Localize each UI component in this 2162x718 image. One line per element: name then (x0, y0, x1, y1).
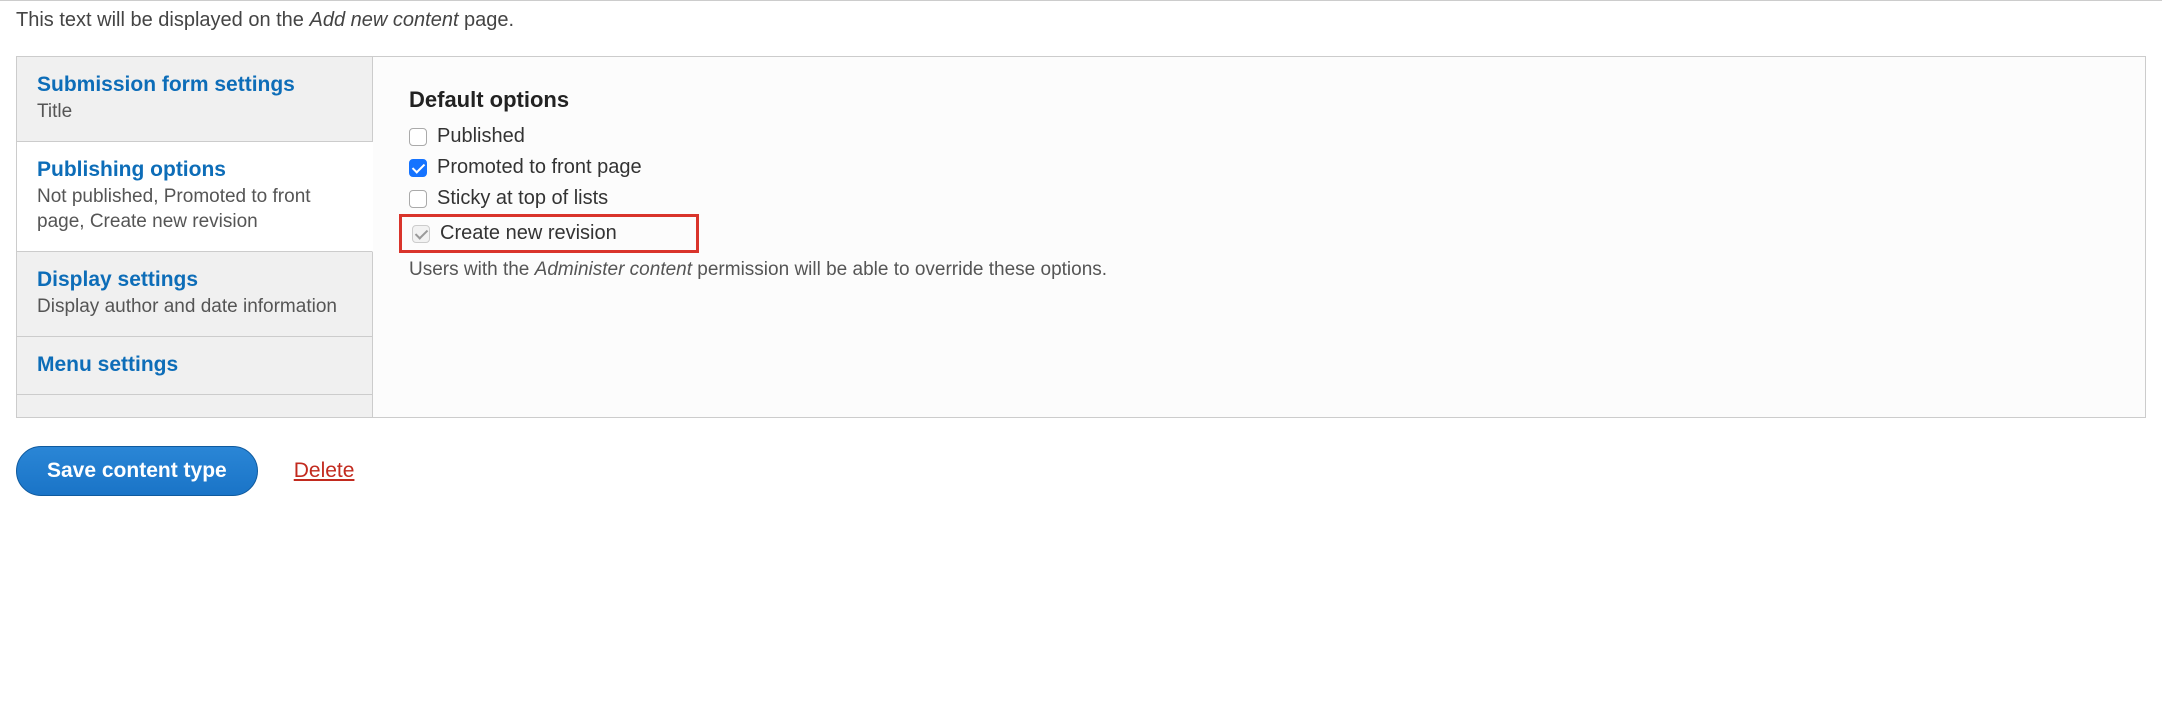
panel-heading: Default options (409, 87, 2109, 113)
help-suffix: page. (459, 9, 515, 31)
tab-title: Display settings (37, 266, 352, 293)
revision-label: Create new revision (440, 222, 617, 245)
option-published-row: Published (409, 121, 2109, 152)
delete-link[interactable]: Delete (294, 459, 355, 483)
panel-help-prefix: Users with the (409, 259, 535, 280)
tab-title: Menu settings (37, 351, 352, 378)
option-promoted-row: Promoted to front page (409, 152, 2109, 183)
promoted-checkbox[interactable] (409, 159, 427, 177)
sticky-checkbox[interactable] (409, 190, 427, 208)
tab-summary: Not published, Promoted to front page, C… (37, 185, 352, 234)
revision-checkbox (412, 225, 430, 243)
tab-summary: Display author and date information (37, 295, 352, 320)
promoted-label[interactable]: Promoted to front page (437, 156, 642, 179)
panel-help-suffix: permission will be able to override thes… (692, 259, 1107, 280)
option-revision-row: Create new revision (412, 218, 688, 249)
option-sticky-row: Sticky at top of lists (409, 183, 2109, 214)
tab-summary: Title (37, 100, 352, 125)
published-label[interactable]: Published (437, 125, 525, 148)
panel-publishing-options: Default options Published Promoted to fr… (373, 57, 2145, 417)
sticky-label[interactable]: Sticky at top of lists (437, 187, 608, 210)
revision-highlight-box: Create new revision (399, 214, 699, 253)
help-prefix: This text will be displayed on the (16, 9, 310, 31)
panel-help-italic: Administer content (535, 259, 692, 280)
vertical-tabs-list: Submission form settings Title Publishin… (17, 57, 373, 417)
tab-title: Publishing options (37, 156, 352, 183)
tab-display-settings[interactable]: Display settings Display author and date… (17, 252, 372, 337)
vertical-tabs-container: Submission form settings Title Publishin… (16, 56, 2146, 418)
published-checkbox[interactable] (409, 128, 427, 146)
panel-help-text: Users with the Administer content permis… (409, 259, 2109, 281)
form-actions: Save content type Delete (0, 418, 2162, 524)
tab-publishing-options[interactable]: Publishing options Not published, Promot… (17, 142, 373, 252)
save-button[interactable]: Save content type (16, 446, 258, 496)
tab-submission-form-settings[interactable]: Submission form settings Title (17, 57, 372, 142)
tab-menu-settings[interactable]: Menu settings (17, 337, 372, 395)
description-help-text: This text will be displayed on the Add n… (0, 0, 2162, 42)
help-italic: Add new content (310, 9, 459, 31)
tab-title: Submission form settings (37, 71, 352, 98)
